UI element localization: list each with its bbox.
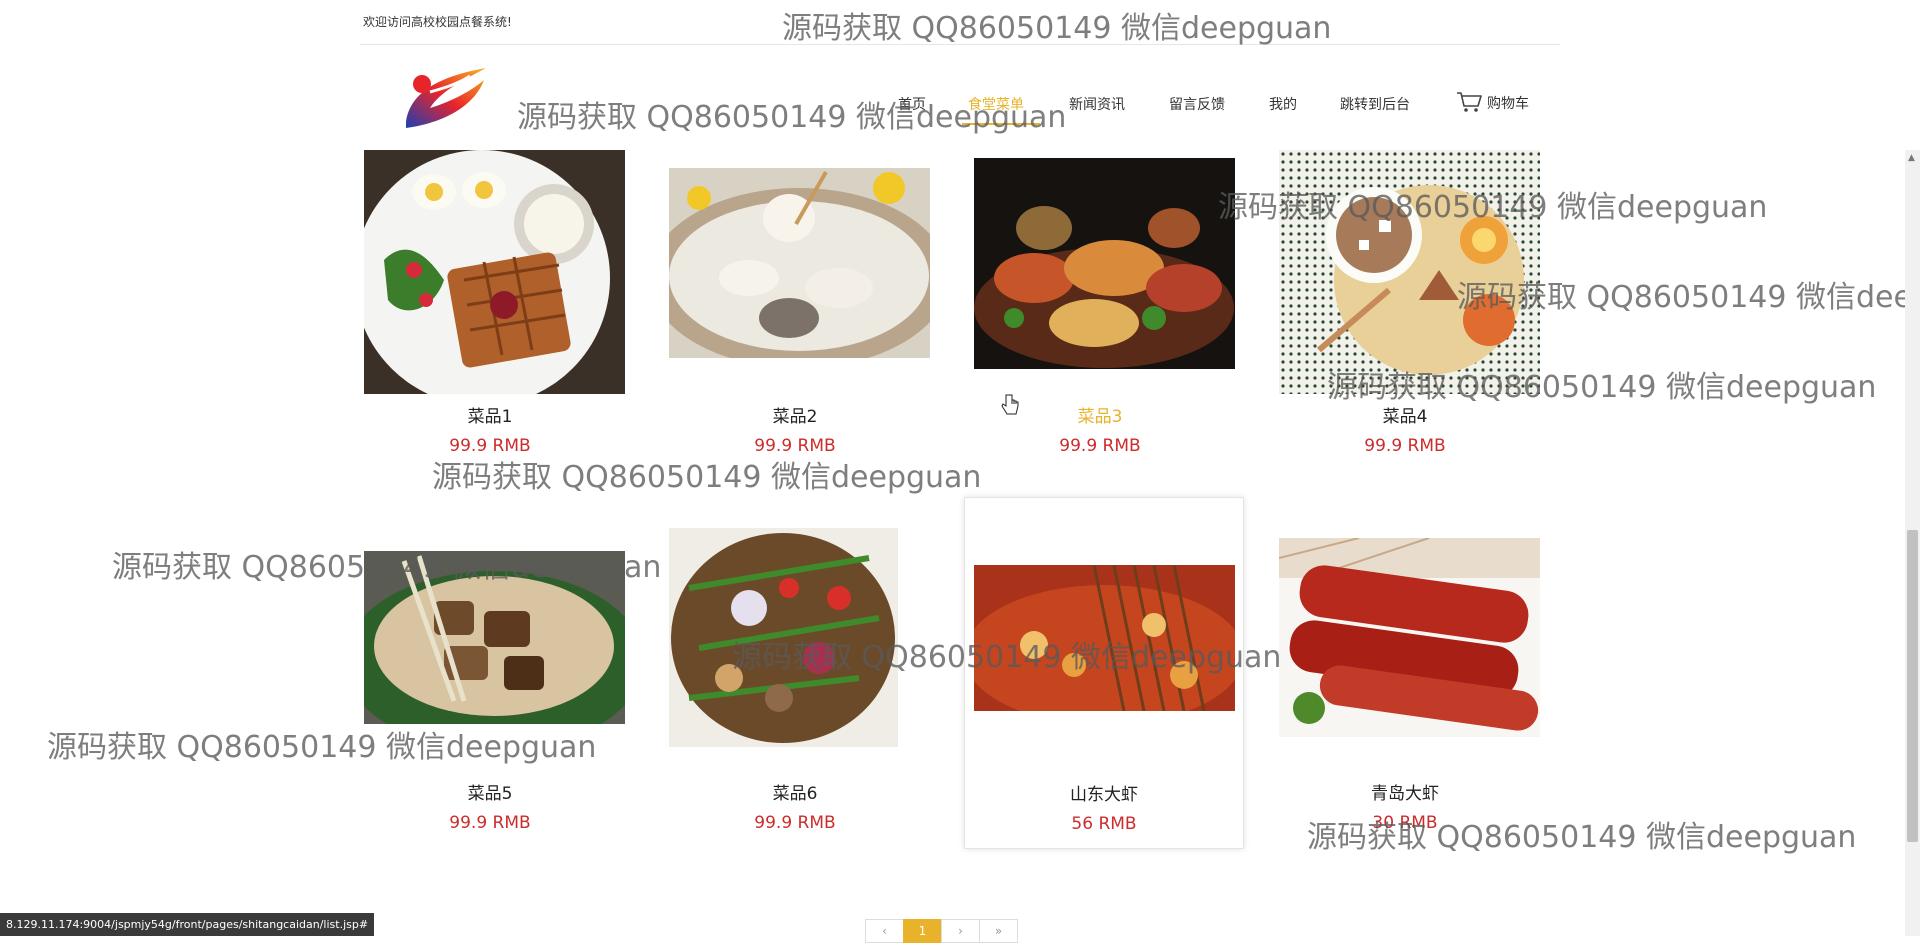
nav-admin[interactable]: 跳转到后台: [1340, 94, 1410, 114]
product-name[interactable]: 山东大虾: [965, 780, 1243, 805]
last-page-button[interactable]: »: [979, 919, 1018, 943]
status-bar-url: 8.129.11.174:9004/jspmjy54g/front/pages/…: [0, 913, 375, 936]
product-price: 99.9 RMB: [1364, 436, 1446, 456]
scroll-up-arrow-icon[interactable]: ▲: [1908, 153, 1915, 163]
product-name[interactable]: 青岛大虾: [1265, 779, 1545, 804]
product-price: 99.9 RMB: [1059, 436, 1141, 456]
hand-cursor-icon: [1001, 394, 1019, 415]
product-price: 56 RMB: [1071, 814, 1137, 834]
product-card[interactable]: 山东大虾 56 RMB: [964, 497, 1244, 849]
product-image-hotpot[interactable]: [669, 168, 930, 358]
product-price: 30 RMB: [1372, 813, 1438, 833]
product-card[interactable]: 菜品1 99.9 RMB: [350, 120, 630, 472]
nav-my[interactable]: 我的: [1269, 94, 1297, 114]
product-card[interactable]: 菜品4 99.9 RMB: [1265, 120, 1545, 472]
product-image-waffle[interactable]: [364, 150, 625, 394]
product-image-charsiu[interactable]: [1279, 538, 1540, 737]
product-card[interactable]: 菜品5 99.9 RMB: [350, 497, 630, 849]
nav-news[interactable]: 新闻资讯: [1069, 94, 1125, 114]
product-name[interactable]: 菜品1: [350, 402, 630, 427]
product-price: 99.9 RMB: [449, 813, 531, 833]
cart-label: 购物车: [1487, 96, 1529, 112]
product-name[interactable]: 菜品4: [1265, 402, 1545, 427]
scrollbar-thumb[interactable]: [1907, 530, 1918, 842]
top-bar: 欢迎访问高校校园点餐系统!: [360, 0, 1560, 45]
product-card[interactable]: 菜品6 99.9 RMB: [655, 497, 935, 849]
nav-feedback[interactable]: 留言反馈: [1169, 94, 1225, 114]
page-current[interactable]: 1: [903, 919, 942, 943]
product-image-banquet[interactable]: [974, 158, 1235, 369]
product-card[interactable]: 青岛大虾 30 RMB: [1265, 497, 1545, 849]
prev-page-button[interactable]: ‹: [865, 919, 904, 943]
cart-icon: [1457, 92, 1482, 112]
cart-link[interactable]: 购物车: [1455, 90, 1529, 114]
product-name[interactable]: 菜品2: [655, 402, 935, 427]
product-image-skewers[interactable]: [974, 565, 1235, 711]
welcome-text: 欢迎访问高校校园点餐系统!: [363, 15, 512, 29]
product-image-stirfry[interactable]: [669, 528, 898, 747]
nav-canteen-menu[interactable]: 食堂菜单: [968, 94, 1024, 114]
product-price: 99.9 RMB: [449, 436, 531, 456]
product-image-dessert[interactable]: [1279, 150, 1540, 394]
product-name[interactable]: 菜品6: [655, 779, 935, 804]
product-card[interactable]: 菜品2 99.9 RMB: [655, 120, 935, 472]
product-price: 99.9 RMB: [754, 813, 836, 833]
product-image-bowl[interactable]: [364, 551, 625, 724]
vertical-scrollbar[interactable]: ▲: [1905, 150, 1920, 936]
product-price: 99.9 RMB: [754, 436, 836, 456]
product-card[interactable]: 菜品3 99.9 RMB: [960, 120, 1240, 472]
nav-home[interactable]: 首页: [898, 94, 926, 114]
next-page-button[interactable]: ›: [941, 919, 980, 943]
pagination: ‹ 1 ›»: [865, 919, 1018, 943]
product-name[interactable]: 菜品5: [350, 779, 630, 804]
